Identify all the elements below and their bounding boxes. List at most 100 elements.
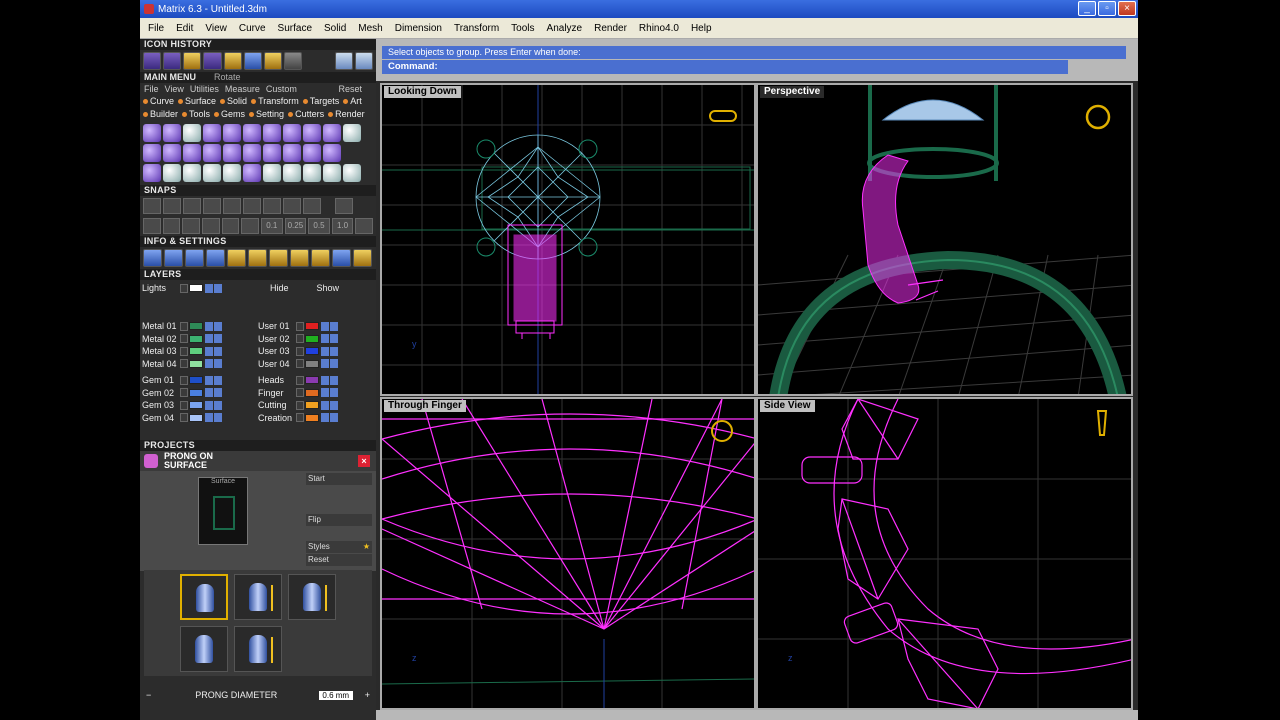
tool-icon[interactable] — [323, 144, 341, 162]
prong-style-3-button[interactable] — [288, 574, 336, 620]
close-project-icon[interactable]: × — [358, 455, 370, 467]
viewport-label[interactable]: Looking Down — [384, 86, 461, 98]
layer-name[interactable]: Gem 02 — [142, 388, 180, 398]
move-icon[interactable] — [223, 164, 241, 182]
command-input[interactable]: Command: — [382, 60, 1068, 74]
layer-toggle-icon[interactable] — [180, 334, 188, 344]
tool-icon[interactable] — [303, 164, 321, 182]
layer-name[interactable]: User 01 — [258, 321, 296, 331]
tool-icon[interactable] — [143, 164, 161, 182]
tool-icon[interactable] — [243, 144, 261, 162]
layer-visibility-icon[interactable] — [214, 413, 222, 423]
layer-toggle-icon[interactable] — [180, 413, 188, 423]
settings-icon[interactable] — [227, 249, 246, 267]
layer-toggle-icon[interactable] — [296, 375, 304, 385]
layer-visibility-icon[interactable] — [214, 346, 222, 356]
layer-lock-icon[interactable] — [321, 321, 329, 331]
layer-toggle-icon[interactable] — [180, 388, 188, 398]
history-icon-7[interactable] — [263, 52, 283, 70]
snap-icon[interactable] — [182, 218, 201, 234]
snap-icon[interactable] — [355, 218, 374, 234]
snap-icon[interactable] — [203, 198, 221, 214]
history-forward-arrow-icon[interactable] — [354, 52, 374, 70]
viewport-through-finger[interactable]: Through Finger z — [380, 397, 756, 710]
menu-dimension[interactable]: Dimension — [395, 23, 442, 34]
menu-transform[interactable]: Transform — [454, 23, 499, 34]
submenu-file[interactable]: File — [144, 83, 159, 95]
tool-icon[interactable] — [283, 164, 301, 182]
layer-visibility-icon[interactable] — [330, 346, 338, 356]
tool-icon[interactable] — [203, 144, 221, 162]
history-icon-4[interactable] — [203, 52, 222, 70]
minimize-button[interactable]: _ — [1078, 1, 1096, 16]
layer-visibility-icon[interactable] — [214, 388, 222, 398]
prong-style-1-button[interactable] — [180, 574, 228, 620]
layer-name[interactable]: User 04 — [258, 359, 296, 369]
history-icon-5[interactable] — [223, 52, 242, 70]
layer-toggle-icon[interactable] — [296, 413, 304, 423]
settings-icon[interactable] — [311, 249, 330, 267]
layer-toggle-icon[interactable] — [180, 375, 188, 385]
history-back-arrow-icon[interactable] — [334, 52, 353, 70]
layer-color-swatch[interactable] — [189, 359, 203, 368]
tool-icon[interactable] — [263, 164, 281, 182]
layer-color-swatch[interactable] — [305, 413, 319, 422]
tool-icon[interactable] — [203, 124, 221, 142]
history-icon-8[interactable] — [284, 52, 303, 70]
tool-icon[interactable] — [243, 164, 261, 182]
layer-name[interactable]: Metal 02 — [142, 334, 180, 344]
layer-color-swatch[interactable] — [189, 413, 203, 422]
layer-lock-icon[interactable] — [321, 334, 329, 344]
layer-lock-icon[interactable] — [205, 388, 213, 398]
diameter-decrease-button[interactable]: − — [146, 690, 151, 700]
rotate-icon[interactable] — [163, 164, 181, 182]
layer-color-swatch[interactable] — [305, 401, 319, 410]
layer-lock-icon[interactable] — [205, 375, 213, 385]
surface-thumbnail[interactable]: Surface — [198, 477, 248, 545]
tool-icon[interactable] — [223, 124, 241, 142]
layer-toggle-icon[interactable] — [296, 359, 304, 369]
layer-visibility-icon[interactable] — [330, 321, 338, 331]
prong-style-2-button[interactable] — [234, 574, 282, 620]
tool-icon[interactable] — [183, 164, 201, 182]
layer-toggle-icon[interactable] — [180, 346, 188, 356]
layer-toggle-icon[interactable] — [180, 400, 188, 410]
snap-icon[interactable] — [241, 218, 260, 234]
globe-icon[interactable] — [343, 164, 361, 182]
layer-lock-icon[interactable] — [205, 346, 213, 356]
layer-visibility-icon[interactable] — [330, 400, 338, 410]
history-icon-3[interactable] — [183, 52, 202, 70]
menu-rhino[interactable]: Rhino4.0 — [639, 23, 679, 34]
tool-icon[interactable] — [143, 124, 161, 142]
layer-visibility-icon[interactable] — [214, 321, 222, 331]
viewport-looking-down[interactable]: Looking Down y — [380, 83, 756, 396]
menu-solid[interactable]: Solid — [324, 23, 346, 34]
layer-name[interactable]: User 03 — [258, 346, 296, 356]
layer-name[interactable]: Metal 04 — [142, 359, 180, 369]
layer-lock-icon[interactable] — [205, 400, 213, 410]
snap-icon[interactable] — [163, 198, 181, 214]
layer-lock-icon[interactable] — [205, 359, 213, 369]
snap-value-05[interactable]: 0.5 — [308, 218, 330, 234]
option-reset[interactable]: Reset — [306, 554, 372, 566]
prong-style-5-button[interactable] — [234, 626, 282, 672]
settings-icon[interactable] — [206, 249, 225, 267]
tool-icon[interactable] — [283, 124, 301, 142]
submenu-view[interactable]: View — [165, 83, 184, 95]
layer-visibility-icon[interactable] — [330, 359, 338, 369]
show-all-button[interactable]: Show — [317, 283, 340, 293]
tool-icon[interactable] — [163, 144, 181, 162]
settings-icon[interactable] — [164, 249, 183, 267]
category-art[interactable]: Art — [343, 95, 362, 108]
tool-icon[interactable] — [303, 124, 321, 142]
viewport-label[interactable]: Perspective — [760, 86, 825, 98]
settings-icon[interactable] — [269, 249, 288, 267]
prong-style-4-button[interactable] — [180, 626, 228, 672]
snap-icon[interactable] — [283, 198, 301, 214]
layer-color-swatch[interactable] — [305, 334, 319, 343]
layer-toggle-icon[interactable] — [180, 321, 188, 331]
submenu-utilities[interactable]: Utilities — [190, 83, 219, 95]
tool-icon[interactable] — [223, 144, 241, 162]
snap-icon[interactable] — [263, 198, 281, 214]
category-setting[interactable]: Setting — [249, 108, 284, 121]
